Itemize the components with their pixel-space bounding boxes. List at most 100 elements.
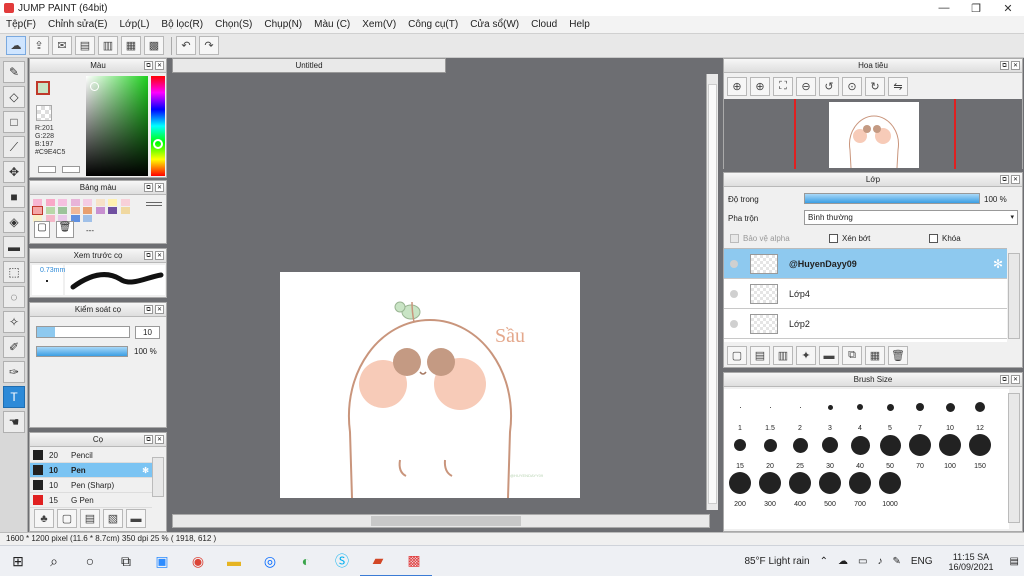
task-view-icon[interactable]: ⧉ xyxy=(108,546,144,576)
panel-close-icon[interactable]: ✕ xyxy=(1011,375,1020,384)
cloud-icon[interactable]: ☁ xyxy=(6,36,26,55)
palette-swatch[interactable] xyxy=(120,199,130,206)
redo-button[interactable]: ↷ xyxy=(199,36,219,55)
volume-icon[interactable]: ♪ xyxy=(877,556,882,567)
brush-size-option[interactable]: 3 xyxy=(815,393,845,432)
zoom-icon[interactable]: ⊕ xyxy=(727,77,747,96)
menu-select[interactable]: Chọn(S) xyxy=(209,19,258,30)
panel-float-icon[interactable]: ⧉ xyxy=(144,251,153,260)
brush-settings-icon[interactable]: ▧ xyxy=(103,509,123,528)
navigator-preview[interactable] xyxy=(724,99,1022,169)
brush-size-option[interactable]: 100 xyxy=(935,431,965,470)
brush-item-pen-sharp[interactable]: 10 Pen (Sharp) xyxy=(30,478,152,493)
menu-file[interactable]: Tệp(F) xyxy=(0,19,42,30)
minimize-button[interactable]: — xyxy=(928,0,960,16)
brush-size-option[interactable]: 1.5 xyxy=(755,393,785,432)
display-icon[interactable]: ▭ xyxy=(858,556,867,567)
lasso-tool-icon[interactable]: ◌ xyxy=(3,286,25,308)
brush-size-option[interactable]: 150 xyxy=(965,431,995,470)
reset-icon[interactable]: ⊙ xyxy=(842,77,862,96)
menu-layer[interactable]: Lớp(L) xyxy=(114,19,156,30)
brush-folder-icon[interactable]: ▬ xyxy=(126,509,146,528)
panel-close-icon[interactable]: ✕ xyxy=(1011,61,1020,70)
bucket-tool-icon[interactable]: ◈ xyxy=(3,211,25,233)
panel-float-icon[interactable]: ⧉ xyxy=(1000,175,1009,184)
coccoc-icon[interactable]: ◐ xyxy=(288,546,324,576)
panel-close-icon[interactable]: ✕ xyxy=(1011,175,1020,184)
protect-alpha-checkbox[interactable] xyxy=(730,234,739,243)
layer-folder-icon[interactable]: ▬ xyxy=(819,346,839,365)
document-icon[interactable]: ▥ xyxy=(98,36,118,55)
palette-swatch[interactable] xyxy=(70,207,80,214)
fit-icon[interactable]: ⛶ xyxy=(773,77,793,96)
brush-opacity-slider[interactable] xyxy=(36,346,128,357)
language-indicator[interactable]: ENG xyxy=(911,556,933,567)
brush-size-option[interactable]: 500 xyxy=(815,469,845,508)
canvas-vertical-scrollbar[interactable] xyxy=(706,74,718,510)
panel-close-icon[interactable]: ✕ xyxy=(155,61,164,70)
menu-help[interactable]: Help xyxy=(563,19,596,30)
select-rect-tool-icon[interactable]: ⬚ xyxy=(3,261,25,283)
powerpoint-icon[interactable]: ▰ xyxy=(360,546,396,576)
panel-close-icon[interactable]: ✕ xyxy=(155,305,164,314)
panel-float-icon[interactable]: ⧉ xyxy=(144,435,153,444)
new-brush-icon[interactable]: ▢ xyxy=(57,509,77,528)
weather-widget[interactable]: 85°F Light rain xyxy=(744,556,809,567)
panel-icon[interactable]: ▦ xyxy=(121,36,141,55)
layer-row[interactable]: @HuyenDayy09 ✻ xyxy=(724,249,1007,279)
palette-swatch[interactable] xyxy=(45,199,55,206)
menu-edit[interactable]: Chỉnh sửa(E) xyxy=(42,19,114,30)
chrome-icon[interactable]: ◉ xyxy=(180,546,216,576)
palette-swatch[interactable] xyxy=(45,207,55,214)
gear-icon[interactable]: ✻ xyxy=(993,257,1003,271)
transparent-swatch[interactable] xyxy=(36,105,52,121)
brush-size-option[interactable]: 200 xyxy=(725,469,755,508)
palette-swatch[interactable] xyxy=(83,199,93,206)
brush-size-option[interactable]: 4 xyxy=(845,393,875,432)
gear-icon[interactable]: ✻ xyxy=(142,466,149,475)
brush-tool-icon[interactable]: ✎ xyxy=(3,61,25,83)
magic-wand-tool-icon[interactable]: ✧ xyxy=(3,311,25,333)
menu-capture[interactable]: Chụp(N) xyxy=(258,19,308,30)
move-tool-icon[interactable]: ✥ xyxy=(3,161,25,183)
palette-swatch[interactable] xyxy=(83,215,93,222)
palette-swatch[interactable] xyxy=(58,199,68,206)
rect-tool-icon[interactable]: □ xyxy=(3,111,25,133)
zalo-icon[interactable]: ◎ xyxy=(252,546,288,576)
notification-icon[interactable]: ▤ xyxy=(1010,556,1019,567)
jump-paint-icon[interactable]: ▩ xyxy=(396,546,432,576)
brush-size-option[interactable]: 50 xyxy=(875,431,905,470)
panel-float-icon[interactable]: ⧉ xyxy=(1000,375,1009,384)
close-button[interactable]: ✕ xyxy=(992,0,1024,16)
brush-size-option[interactable]: 400 xyxy=(785,469,815,508)
canvas-tab[interactable]: Untitled xyxy=(172,58,446,73)
panel-float-icon[interactable]: ⧉ xyxy=(1000,61,1009,70)
new-palette-icon[interactable]: ▢ xyxy=(34,221,50,238)
visibility-icon[interactable] xyxy=(730,289,738,298)
brush-menu-icon[interactable]: ▤ xyxy=(80,509,100,528)
brush-item-g-pen[interactable]: 15 G Pen xyxy=(30,493,152,508)
saturation-value-picker[interactable] xyxy=(86,76,148,176)
eraser-tool-icon[interactable]: ◇ xyxy=(3,86,25,108)
text-tool-icon[interactable]: T xyxy=(3,386,25,408)
palette-swatch[interactable] xyxy=(83,207,93,214)
layer-mask-icon[interactable]: ▦ xyxy=(865,346,885,365)
palette-swatch[interactable] xyxy=(95,199,105,206)
layer-row[interactable]: Lớp2 xyxy=(724,309,1007,339)
layer-delete-icon[interactable]: 🗑 xyxy=(888,346,908,365)
scroll-thumb[interactable] xyxy=(708,84,717,504)
menu-cloud[interactable]: Cloud xyxy=(525,19,563,30)
select-pen-tool-icon[interactable]: ✐ xyxy=(3,336,25,358)
flip-icon[interactable]: ⇋ xyxy=(888,77,908,96)
brush-group-icon[interactable]: ♣ xyxy=(34,509,54,528)
brush-size-option[interactable]: 2 xyxy=(785,393,815,432)
palette-swatch[interactable] xyxy=(70,199,80,206)
palette-swatch[interactable] xyxy=(33,199,42,206)
brush-size-option[interactable]: 12 xyxy=(965,393,995,432)
brush-size-option[interactable]: 1 xyxy=(725,393,755,432)
panel-close-icon[interactable]: ✕ xyxy=(155,435,164,444)
search-icon[interactable]: ⌕ xyxy=(36,546,72,576)
rotate-right-icon[interactable]: ↻ xyxy=(865,77,885,96)
clock[interactable]: 11:15 SA 16/09/2021 xyxy=(944,552,999,572)
menu-color[interactable]: Màu (C) xyxy=(308,19,356,30)
